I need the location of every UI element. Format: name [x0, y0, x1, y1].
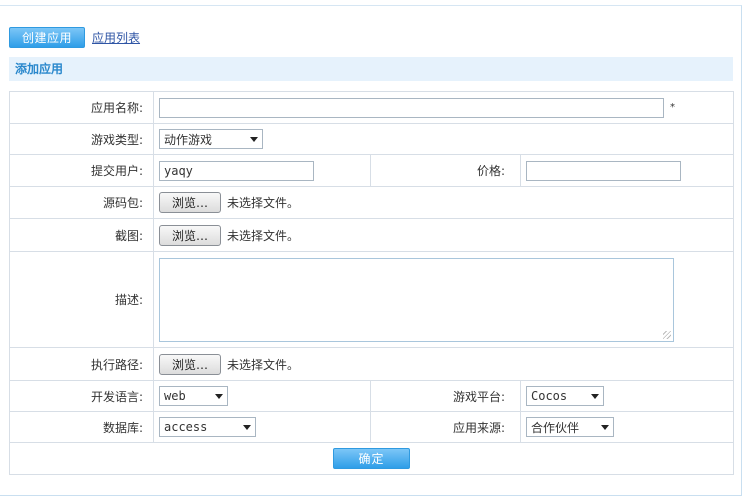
app-source-value: 合作伙伴 — [531, 420, 580, 435]
chevron-down-icon — [215, 393, 223, 399]
price-label: 价格: — [370, 154, 521, 187]
add-app-form: 应用名称: * 游戏类型: 动作游戏 提交用户: 价格: 源码包: — [9, 91, 734, 475]
chevron-down-icon — [601, 424, 609, 430]
platform-value: Cocos — [531, 389, 568, 403]
row-game-type: 游戏类型: 动作游戏 — [9, 123, 734, 155]
database-label: 数据库: — [9, 411, 154, 443]
row-exec-path: 执行路径: 浏览… 未选择文件。 — [9, 347, 734, 381]
game-type-select[interactable]: 动作游戏 — [159, 129, 263, 149]
app-list-link[interactable]: 应用列表 — [92, 29, 140, 46]
section-title: 添加应用 — [9, 57, 733, 81]
row-description: 描述: — [9, 251, 734, 348]
submitter-label: 提交用户: — [9, 154, 154, 187]
database-select[interactable]: access — [159, 417, 256, 437]
row-source-pkg: 源码包: 浏览… 未选择文件。 — [9, 186, 734, 219]
platform-label: 游戏平台: — [370, 380, 521, 412]
database-value: access — [164, 420, 208, 434]
source-pkg-browse-button[interactable]: 浏览… — [159, 192, 221, 213]
dev-lang-value: web — [164, 389, 186, 403]
source-pkg-label: 源码包: — [9, 186, 154, 219]
app-name-input[interactable] — [159, 97, 664, 118]
game-type-label: 游戏类型: — [9, 123, 154, 155]
screenshot-browse-button[interactable]: 浏览… — [159, 224, 221, 246]
exec-path-label: 执行路径: — [9, 347, 154, 381]
resize-grip-icon[interactable] — [663, 330, 671, 339]
dev-lang-select[interactable]: web — [159, 386, 228, 406]
chevron-down-icon — [250, 136, 258, 142]
exec-path-browse-button[interactable]: 浏览… — [159, 353, 221, 375]
screenshot-label: 截图: — [9, 218, 154, 252]
row-app-name: 应用名称: * — [9, 91, 734, 124]
description-textarea[interactable] — [159, 257, 674, 342]
screenshot-status: 未选择文件。 — [227, 228, 300, 243]
row-lang-platform: 开发语言: web 游戏平台: Cocos — [9, 380, 734, 412]
row-screenshot: 截图: 浏览… 未选择文件。 — [9, 218, 734, 252]
source-pkg-status: 未选择文件。 — [227, 196, 300, 210]
row-submit: 确定 — [9, 442, 734, 475]
required-marker: * — [670, 102, 675, 113]
create-app-button[interactable]: 创建应用 — [9, 26, 85, 48]
price-input[interactable] — [526, 160, 681, 181]
row-db-source: 数据库: access 应用来源: 合作伙伴 — [9, 411, 734, 443]
app-name-label: 应用名称: — [9, 91, 154, 124]
chevron-down-icon — [591, 393, 599, 399]
game-type-value: 动作游戏 — [164, 132, 213, 147]
dev-lang-label: 开发语言: — [9, 380, 154, 412]
app-source-label: 应用来源: — [370, 411, 521, 443]
app-source-select[interactable]: 合作伙伴 — [526, 417, 614, 437]
chevron-down-icon — [243, 424, 251, 430]
row-submitter-price: 提交用户: 价格: — [9, 154, 734, 187]
description-label: 描述: — [9, 251, 154, 348]
submit-button[interactable]: 确定 — [333, 448, 410, 469]
exec-path-status: 未选择文件。 — [227, 357, 300, 372]
platform-select[interactable]: Cocos — [526, 386, 604, 406]
submitter-input[interactable] — [159, 160, 314, 181]
top-tabs: 创建应用 应用列表 — [9, 26, 140, 48]
